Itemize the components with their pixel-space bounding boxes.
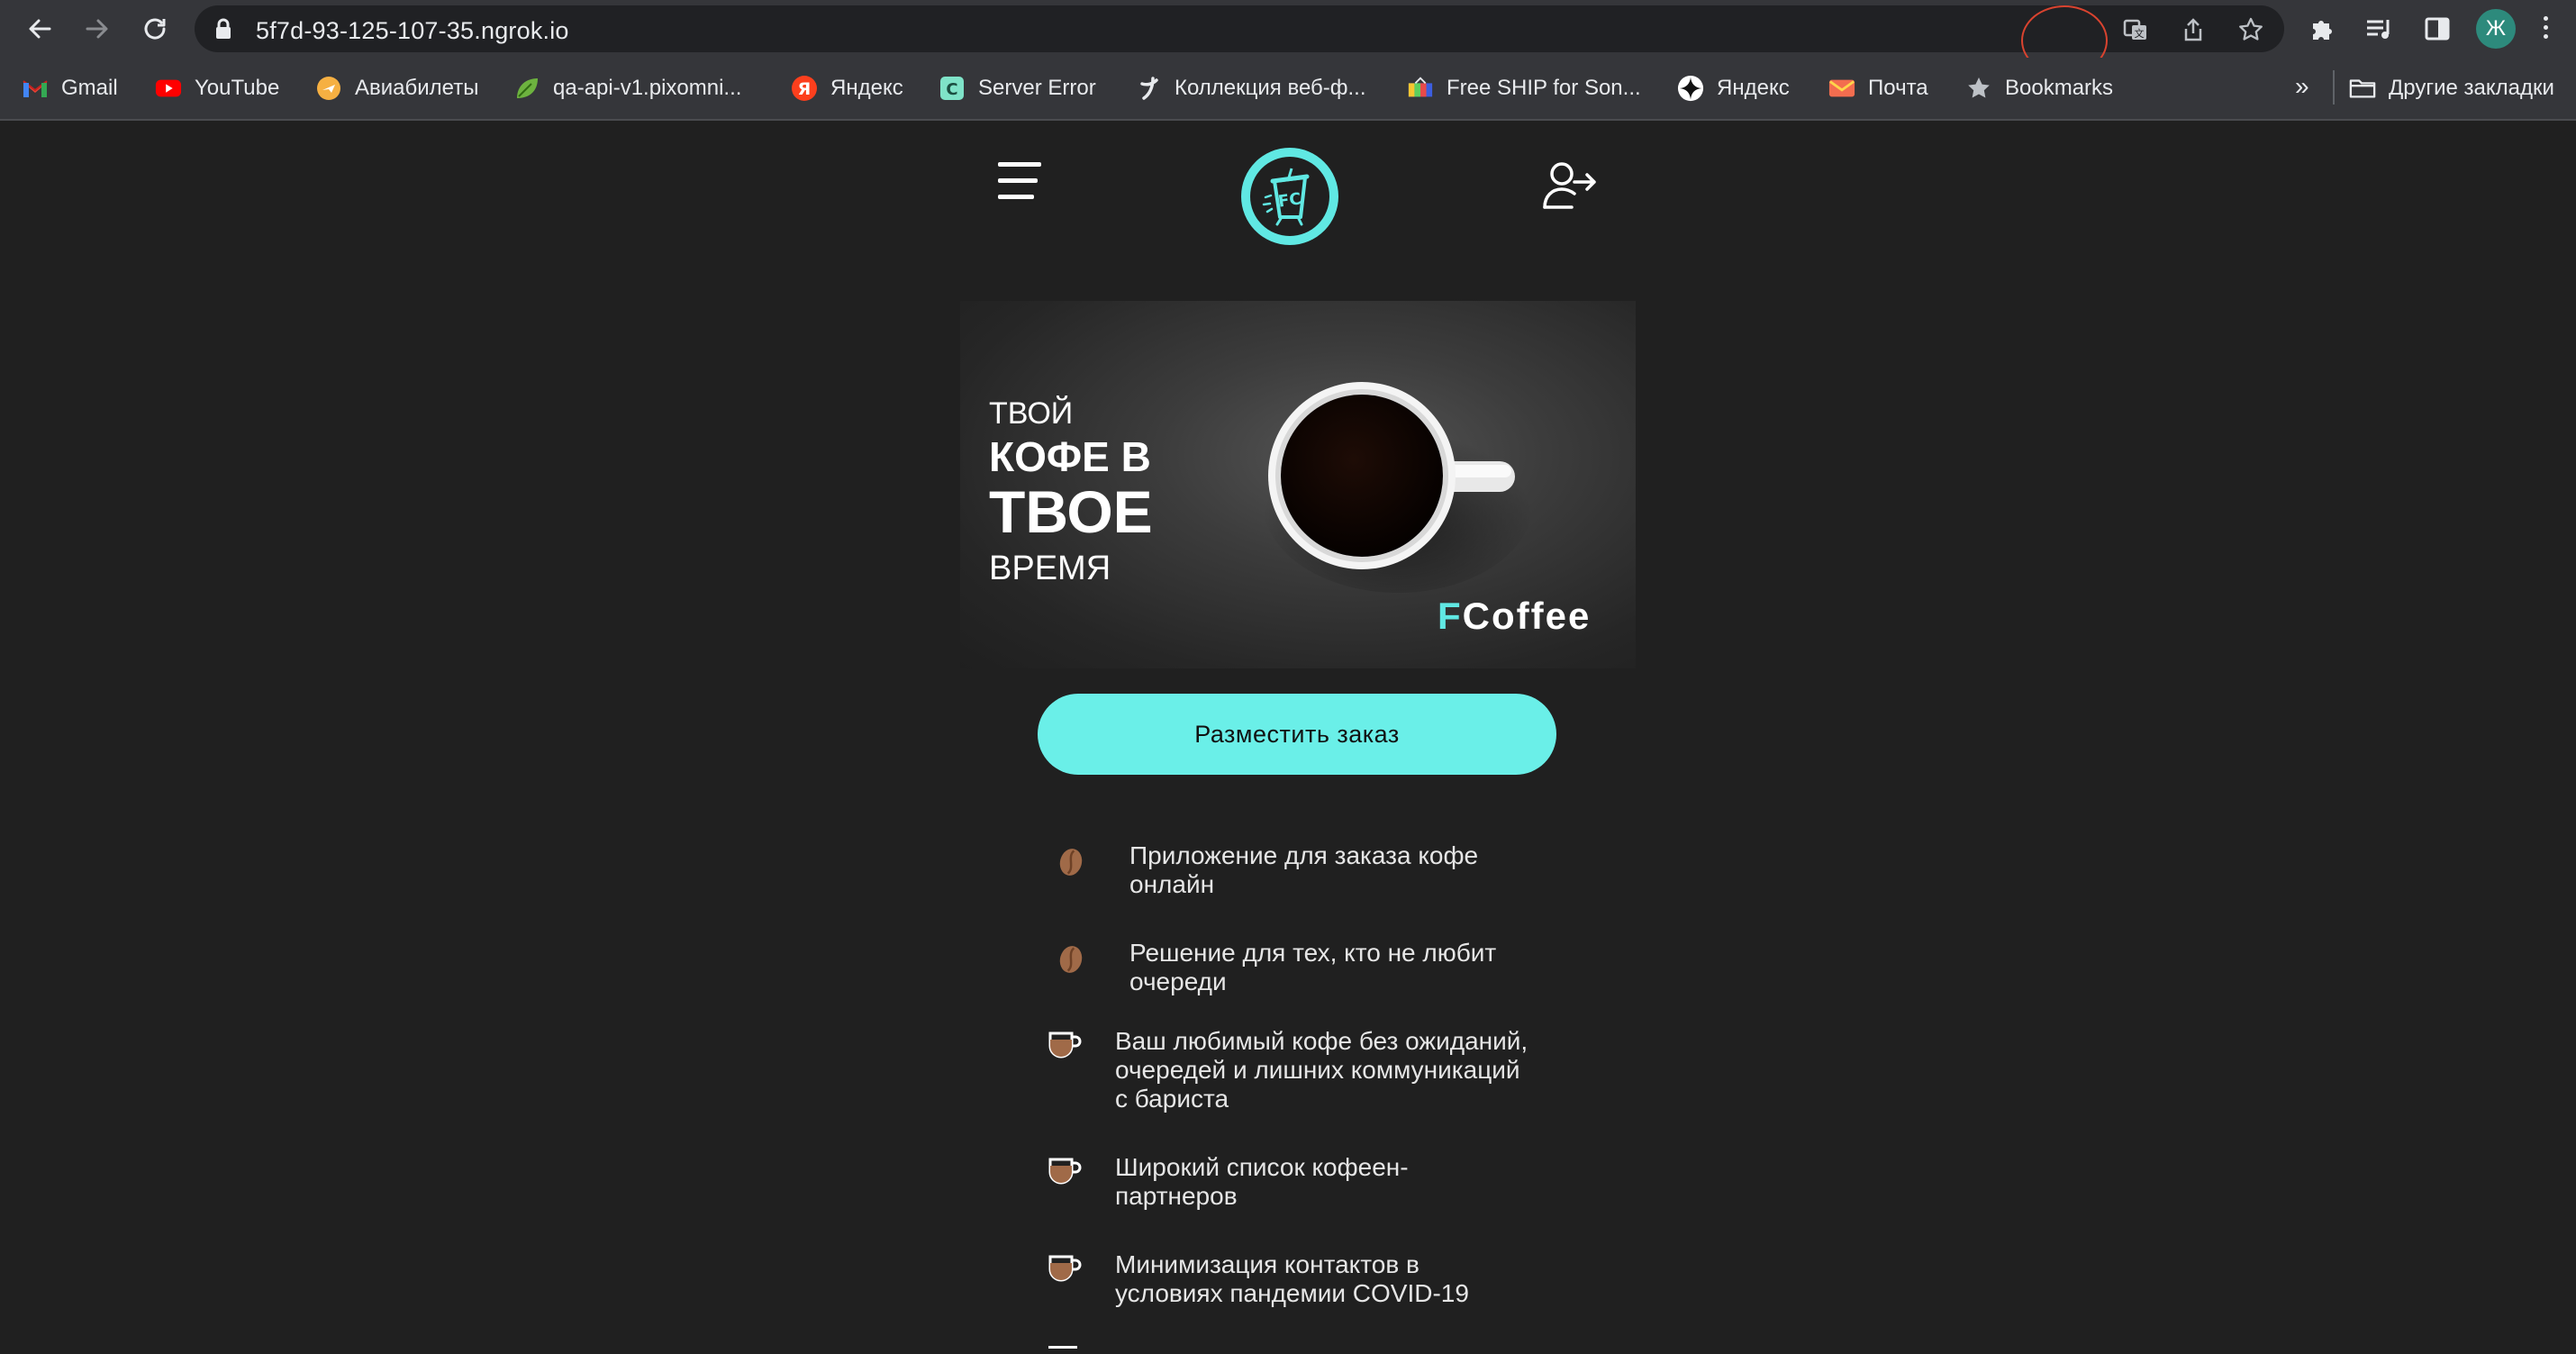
lock-icon xyxy=(214,18,232,44)
feature-line: онлайн xyxy=(1129,870,1215,898)
mail-icon xyxy=(1828,75,1855,102)
page-content: FC ТВОЙ КОФЕ В ТВОЕ ВРЕМЯ FCoffee Размес… xyxy=(0,121,2576,1351)
menu-kebab-icon[interactable] xyxy=(2538,13,2553,45)
coffee-bean-icon xyxy=(1050,841,1092,883)
coffee-cup-icon xyxy=(1047,1153,1084,1191)
fcoffee-logo[interactable]: FC xyxy=(1241,148,1338,245)
feature-item: Минимизация контактов в условиях пандемии… xyxy=(1047,1250,1469,1308)
place-order-button[interactable]: Разместить заказ xyxy=(1038,694,1556,775)
star-icon xyxy=(1965,75,1992,102)
feature-line: с бариста xyxy=(1115,1085,1229,1113)
feature-line: Приложение для заказа кофе xyxy=(1129,841,1479,869)
feature-line: условиях пандемии COVID-19 xyxy=(1115,1279,1469,1307)
other-bookmarks-folder[interactable]: Другие закладки xyxy=(2349,70,2554,106)
side-panel-icon[interactable] xyxy=(2421,13,2454,45)
bookmark-mail[interactable]: Почта xyxy=(1828,70,1928,106)
hero-line-1: ТВОЙ xyxy=(989,396,1074,431)
back-icon[interactable] xyxy=(22,11,58,47)
coffee-cup-icon xyxy=(1047,1250,1084,1288)
feature-item: Ваш любимый кофе без ожиданий, очередей и… xyxy=(1047,1027,1528,1113)
url-text[interactable]: 5f7d-93-125-107-35.ngrok.io xyxy=(256,17,569,45)
browser-toolbar: 5f7d-93-125-107-35.ngrok.io 文 Ж xyxy=(0,0,2576,76)
ship-icon xyxy=(1407,75,1434,102)
bookmark-yandex[interactable]: Я Яндекс xyxy=(791,70,903,106)
more-bookmarks-chevron[interactable]: » xyxy=(2295,72,2309,101)
flights-icon xyxy=(315,75,342,102)
extensions-icon[interactable] xyxy=(2306,13,2338,45)
bookmark-free-ship[interactable]: Free SHIP for Son... xyxy=(1407,70,1641,106)
bookmarks-divider xyxy=(2333,70,2335,105)
svg-text:Я: Я xyxy=(798,79,812,99)
feature-line: Ваш любимый кофе без ожиданий, xyxy=(1115,1027,1528,1055)
feature-item: Широкий список кофеен-партнеров xyxy=(1047,1153,1409,1211)
svg-text:C: C xyxy=(946,80,957,99)
bookmark-bookmarks[interactable]: Bookmarks xyxy=(1965,70,2113,106)
share-icon[interactable] xyxy=(2180,16,2207,43)
svg-text:文: 文 xyxy=(2135,27,2145,40)
bookmark-youtube[interactable]: YouTube xyxy=(155,70,279,106)
server-icon: C xyxy=(939,75,966,102)
translate-icon[interactable]: 文 xyxy=(2122,16,2149,43)
hero-line-3: ТВОЕ xyxy=(989,478,1153,545)
bookmarks-bar: Gmail YouTube Авиабилеты qa-api-v1.pixom… xyxy=(0,58,2576,121)
hero-line-2: КОФЕ В xyxy=(989,433,1151,480)
feature-item: Решение для тех, кто не любит очереди xyxy=(1050,939,1496,996)
profile-avatar[interactable]: Ж xyxy=(2476,9,2516,49)
gmail-icon xyxy=(22,75,49,102)
coffee-bean-icon xyxy=(1050,939,1092,980)
hero-line-4: ВРЕМЯ xyxy=(989,550,1111,587)
feature-line: Широкий список кофеен- xyxy=(1115,1153,1409,1181)
feature-line: очереди xyxy=(1129,968,1227,995)
folder-icon xyxy=(2349,75,2376,102)
feature-line: очередей и лишних коммуникаций xyxy=(1115,1056,1520,1084)
feature-line: Минимизация контактов в xyxy=(1115,1250,1420,1278)
bookmark-yandex-2[interactable]: Яндекс xyxy=(1677,70,1790,106)
media-queue-icon[interactable] xyxy=(2363,13,2396,45)
leaf-icon xyxy=(513,75,540,102)
coffee-cup-icon xyxy=(1047,1027,1084,1065)
youtube-icon xyxy=(155,75,182,102)
hero-banner: ТВОЙ КОФЕ В ТВОЕ ВРЕМЯ FCoffee xyxy=(960,301,1636,668)
coffee-cup-icon xyxy=(1048,1346,1077,1354)
bookmark-server-error[interactable]: C Server Error xyxy=(939,70,1096,106)
feature-line: Решение для тех, кто не любит xyxy=(1129,939,1497,967)
hamburger-menu-icon[interactable] xyxy=(998,159,1043,204)
svg-text:FC: FC xyxy=(1277,189,1302,211)
coffee-cup-image xyxy=(1263,382,1533,593)
bookmark-star-icon[interactable] xyxy=(2237,16,2264,43)
logo-cup-icon: FC xyxy=(1262,168,1310,226)
address-bar[interactable]: 5f7d-93-125-107-35.ngrok.io 文 xyxy=(195,5,2284,52)
font-collection-icon xyxy=(1135,75,1162,102)
bookmark-qa-api[interactable]: qa-api-v1.pixomni... xyxy=(513,70,741,106)
bookmark-gmail[interactable]: Gmail xyxy=(22,70,118,106)
reload-icon[interactable] xyxy=(137,11,173,47)
bookmark-flights[interactable]: Авиабилеты xyxy=(315,70,478,106)
forward-icon[interactable] xyxy=(79,11,115,47)
login-user-icon[interactable] xyxy=(1542,160,1598,213)
feature-item: Приложение для заказа кофе онлайн xyxy=(1050,841,1478,899)
yandex-star-icon xyxy=(1677,75,1704,102)
hero-brand: FCoffee xyxy=(1438,595,1592,637)
feature-line: партнеров xyxy=(1115,1182,1238,1210)
yandex-icon: Я xyxy=(791,75,818,102)
bookmark-font-collection[interactable]: Коллекция веб-ф... xyxy=(1135,70,1366,106)
